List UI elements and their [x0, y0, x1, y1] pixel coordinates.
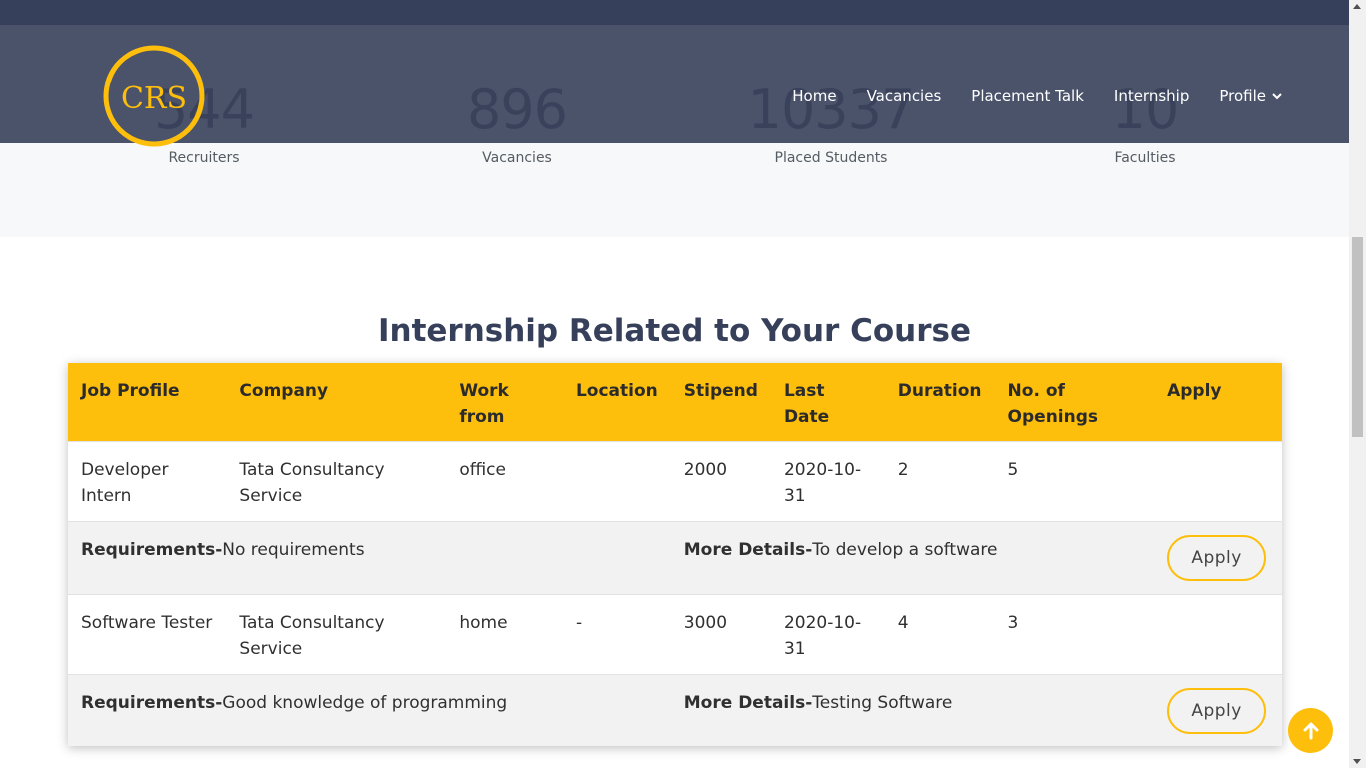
job-profile-cell: Software Tester [68, 593, 227, 674]
location-cell: - [562, 593, 671, 674]
nav-label: Placement Talk [971, 87, 1084, 105]
stat-label: Recruiters [168, 150, 240, 166]
apply-button[interactable]: Apply [1167, 534, 1267, 581]
stat-label: Vacancies [482, 150, 552, 166]
duration-cell: 2 [884, 440, 995, 521]
requirements-label: Requirements- [81, 539, 223, 560]
stat-label: Placed Students [774, 150, 888, 166]
apply-button[interactable]: Apply [1167, 687, 1267, 734]
apply-button-cell: Apply [1154, 673, 1282, 746]
table-row: Developer Intern Tata Consultancy Servic… [68, 440, 1282, 521]
table-detail-row: Requirements-Good knowledge of programmi… [68, 673, 1282, 746]
work-from-cell: office [446, 440, 563, 521]
requirements-label: Requirements- [81, 692, 223, 713]
stat-label: Faculties [1114, 150, 1176, 166]
logo[interactable]: CRS [100, 42, 208, 150]
details-text: To develop a software [812, 539, 998, 560]
internship-table-container: Job Profile Company Work from Location S… [68, 363, 1282, 746]
column-header: Last Date [770, 363, 885, 441]
details-text: Testing Software [812, 692, 953, 713]
table-detail-row: Requirements-No requirements More Detail… [68, 520, 1282, 594]
company-cell: Tata Consultancy Service [226, 593, 447, 674]
internship-table: Job Profile Company Work from Location S… [68, 363, 1282, 746]
arrow-up-icon [1303, 722, 1318, 739]
column-header: Apply [1154, 363, 1282, 441]
nav-label: Profile [1219, 87, 1266, 105]
openings-cell: 5 [994, 440, 1155, 521]
site-header: CRS Home Vacancies Placement Talk Intern… [0, 25, 1349, 147]
company-cell: Tata Consultancy Service [226, 440, 447, 521]
scroll-up-icon[interactable] [1353, 4, 1361, 9]
last-date-cell: 2020-10-31 [770, 440, 885, 521]
details-cell: More Details-Testing Software [670, 673, 1155, 746]
top-strip [0, 0, 1349, 25]
logo-icon: CRS [103, 45, 205, 147]
work-from-cell: home [446, 593, 563, 674]
column-header: Location [562, 363, 671, 441]
stipend-cell: 3000 [670, 593, 771, 674]
details-label: More Details- [683, 539, 813, 560]
last-date-cell: 2020-10-31 [770, 593, 885, 674]
nav-placement-talk[interactable]: Placement Talk [971, 87, 1084, 105]
column-header: No. of Openings [994, 363, 1155, 441]
back-to-top-button[interactable] [1288, 708, 1333, 753]
duration-cell: 4 [884, 593, 995, 674]
job-profile-cell: Developer Intern [68, 440, 227, 521]
column-header: Job Profile [68, 363, 227, 441]
logo-text: CRS [121, 81, 187, 116]
column-header: Company [226, 363, 447, 441]
scrollbar-thumb[interactable] [1352, 237, 1363, 437]
requirements-cell: Requirements-Good knowledge of programmi… [68, 673, 671, 746]
requirements-text: Good knowledge of programming [222, 692, 508, 713]
details-cell: More Details-To develop a software [670, 520, 1155, 594]
nav-label: Vacancies [866, 87, 942, 105]
column-header: Stipend [670, 363, 771, 441]
scroll-down-icon[interactable] [1353, 759, 1361, 764]
requirements-text: No requirements [222, 539, 365, 560]
stipend-cell: 2000 [670, 440, 771, 521]
nav-profile-dropdown[interactable]: Profile [1219, 87, 1282, 105]
column-header: Duration [884, 363, 995, 441]
main-nav: Home Vacancies Placement Talk Internship… [792, 87, 1282, 105]
apply-cell [1154, 440, 1282, 521]
requirements-cell: Requirements-No requirements [68, 520, 671, 594]
nav-internship[interactable]: Internship [1114, 87, 1189, 105]
location-cell [562, 440, 671, 521]
nav-label: Home [792, 87, 837, 105]
nav-home[interactable]: Home [792, 87, 836, 105]
page-scrollbar[interactable] [1349, 0, 1366, 768]
column-header: Work from [446, 363, 563, 441]
details-label: More Details- [683, 692, 813, 713]
apply-cell [1154, 593, 1282, 674]
section-title: Internship Related to Your Course [377, 313, 972, 349]
nav-vacancies[interactable]: Vacancies [867, 87, 942, 105]
nav-label: Internship [1113, 87, 1190, 105]
openings-cell: 3 [994, 593, 1155, 674]
table-row: Software Tester Tata Consultancy Service… [68, 593, 1282, 674]
table-header-row: Job Profile Company Work from Location S… [68, 363, 1282, 441]
chevron-down-icon [1272, 93, 1282, 100]
apply-button-cell: Apply [1154, 520, 1282, 594]
